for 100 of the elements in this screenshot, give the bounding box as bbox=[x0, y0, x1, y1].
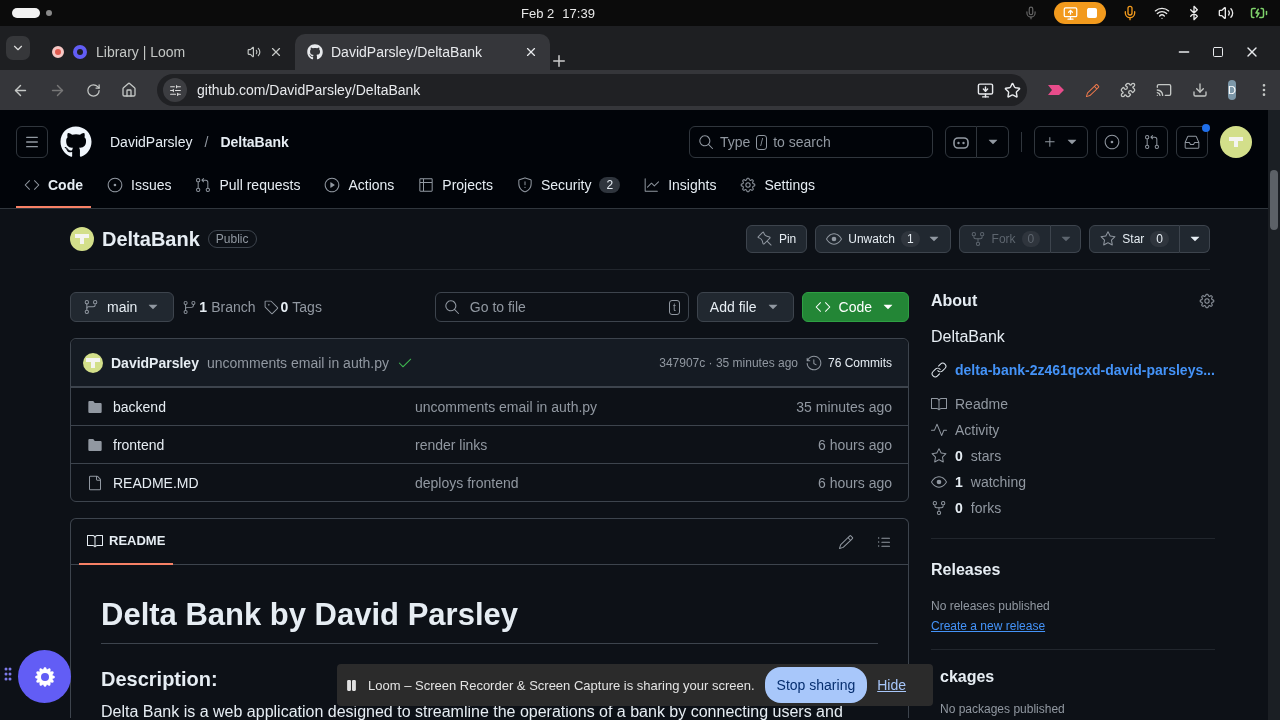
releases-title[interactable]: Releases bbox=[931, 561, 1215, 579]
loom-record-button[interactable] bbox=[18, 650, 71, 703]
issue-icon bbox=[1104, 134, 1120, 150]
repo-tab[interactable]: Actions bbox=[316, 174, 403, 208]
repo-link[interactable]: DeltaBank bbox=[220, 134, 289, 150]
code-icon bbox=[814, 299, 831, 315]
scrollbar-thumb[interactable] bbox=[1270, 170, 1278, 230]
shortcut-key: / bbox=[756, 134, 768, 150]
repo-action-button[interactable]: Pin bbox=[745, 225, 808, 253]
about-description: DeltaBank bbox=[931, 328, 1006, 346]
code-button[interactable]: Code bbox=[801, 292, 909, 322]
commit-message[interactable]: render links bbox=[415, 436, 819, 453]
repo-action-button[interactable]: Star 0 bbox=[1089, 225, 1180, 253]
robot-icon bbox=[953, 135, 969, 149]
tab-search-button[interactable] bbox=[6, 36, 30, 60]
readme-tab[interactable]: README bbox=[79, 518, 174, 565]
packages-title[interactable]: ckages bbox=[940, 668, 1215, 686]
repo-tab[interactable]: Code bbox=[16, 174, 91, 208]
repo-name[interactable]: DeltaBank bbox=[102, 227, 200, 251]
add-file-button[interactable]: Add file bbox=[696, 292, 794, 322]
branch-selector[interactable]: main bbox=[70, 292, 175, 322]
search-icon bbox=[443, 299, 460, 315]
eye-icon bbox=[931, 474, 947, 490]
menu-icon bbox=[24, 134, 40, 150]
puzzle-icon[interactable] bbox=[1120, 82, 1136, 98]
activities-indicator[interactable] bbox=[12, 8, 40, 18]
pull-request-icon bbox=[195, 177, 212, 193]
commit-author[interactable]: DavidParsley bbox=[111, 354, 199, 371]
copilot-button[interactable] bbox=[945, 126, 977, 158]
about-item[interactable]: 0 forks bbox=[955, 500, 1002, 516]
about-item[interactable]: Readme bbox=[955, 396, 1008, 412]
pencil-icon[interactable] bbox=[1085, 82, 1100, 98]
repo-tab[interactable]: Projects bbox=[410, 174, 501, 208]
about-item[interactable]: 0 stars bbox=[955, 448, 1002, 464]
pull-requests-button[interactable] bbox=[1136, 126, 1168, 158]
commit-message[interactable]: uncomments email in auth.py bbox=[415, 398, 797, 415]
tags-link[interactable]: 0 Tags bbox=[280, 299, 322, 315]
download-icon[interactable] bbox=[1192, 82, 1208, 98]
readme-heading: Description: bbox=[101, 668, 218, 691]
repo-avatar bbox=[70, 227, 94, 251]
stop-sharing-button[interactable]: Stop sharing bbox=[764, 667, 868, 703]
close-icon[interactable] bbox=[524, 45, 538, 59]
table-icon bbox=[418, 177, 435, 193]
search-field[interactable]: Type / to search bbox=[689, 126, 933, 158]
file-name[interactable]: frontend bbox=[113, 436, 415, 453]
gear-icon bbox=[740, 177, 757, 193]
tag-icon bbox=[263, 299, 279, 315]
hide-link[interactable]: Hide bbox=[877, 677, 906, 693]
url-text: github.com/DavidParsley/DeltaBank bbox=[197, 82, 422, 98]
address-bar[interactable]: github.com/DavidParsley/DeltaBank bbox=[157, 74, 1027, 106]
tab-title: DavidParsley/DeltaBank bbox=[331, 44, 483, 60]
go-to-file-field[interactable]: Go to file t bbox=[434, 292, 689, 322]
code-icon bbox=[24, 177, 40, 193]
github-icon[interactable] bbox=[60, 126, 92, 158]
repo-tab[interactable]: Security 2 bbox=[508, 174, 629, 208]
restore-icon[interactable] bbox=[1212, 46, 1224, 58]
dropdown-button[interactable] bbox=[1180, 225, 1210, 253]
issues-button[interactable] bbox=[1096, 126, 1128, 158]
new-tab-icon[interactable] bbox=[550, 52, 568, 70]
owner-link[interactable]: DavidParsley bbox=[110, 134, 193, 150]
wifi-icon bbox=[1154, 5, 1170, 21]
file-name[interactable]: README.MD bbox=[113, 474, 415, 491]
cast-icon[interactable] bbox=[1156, 82, 1172, 98]
inbox-button[interactable] bbox=[1176, 126, 1208, 158]
repo-tab[interactable]: Pull requests bbox=[187, 174, 309, 208]
commit-message[interactable]: uncomments email in auth.py bbox=[206, 354, 390, 371]
home-icon[interactable] bbox=[121, 82, 137, 98]
about-item[interactable]: Activity bbox=[955, 422, 1000, 438]
author-avatar bbox=[83, 352, 103, 373]
screen-share-indicator[interactable] bbox=[1054, 2, 1106, 24]
bookmark-star-icon[interactable] bbox=[1004, 81, 1021, 99]
menu-button[interactable] bbox=[16, 126, 48, 158]
pin-icon bbox=[756, 231, 773, 247]
create-release-link[interactable]: Create a new release bbox=[931, 619, 1215, 633]
about-item[interactable]: 1 watching bbox=[955, 474, 1027, 490]
extension-icon[interactable] bbox=[1047, 83, 1065, 97]
repo-action-button[interactable]: Unwatch 1 bbox=[815, 225, 951, 253]
repo-tab[interactable]: Insights bbox=[636, 174, 725, 208]
commits-link[interactable]: 76 Commits bbox=[828, 355, 892, 370]
pencil-icon[interactable] bbox=[838, 533, 854, 550]
repo-tab[interactable]: Issues bbox=[99, 174, 180, 208]
gear-icon[interactable] bbox=[1198, 293, 1215, 309]
user-avatar[interactable] bbox=[1220, 126, 1252, 158]
file-name[interactable]: backend bbox=[113, 398, 415, 415]
close-icon[interactable] bbox=[269, 45, 283, 59]
website-link[interactable]: delta-bank-2z461qcxd-david-parsleys... bbox=[955, 362, 1215, 378]
history-icon bbox=[806, 354, 822, 371]
branches-link[interactable]: 1 Branch bbox=[199, 299, 256, 315]
browser-tab[interactable]: DavidParsley/DeltaBank bbox=[295, 34, 550, 70]
reload-icon[interactable] bbox=[86, 82, 101, 98]
go-to-file-input[interactable]: Go to file bbox=[467, 298, 662, 316]
repo-tab[interactable]: Settings bbox=[732, 174, 823, 208]
install-icon[interactable] bbox=[977, 81, 994, 99]
commit-message[interactable]: deploys frontend bbox=[415, 474, 819, 491]
site-info-button[interactable] bbox=[163, 78, 187, 102]
search-hint: to search bbox=[773, 134, 831, 150]
create-new-button[interactable] bbox=[1034, 126, 1088, 158]
folder-icon bbox=[87, 398, 103, 415]
browser-tab[interactable]: Library | Loom bbox=[40, 34, 295, 70]
folder-icon bbox=[87, 436, 103, 453]
